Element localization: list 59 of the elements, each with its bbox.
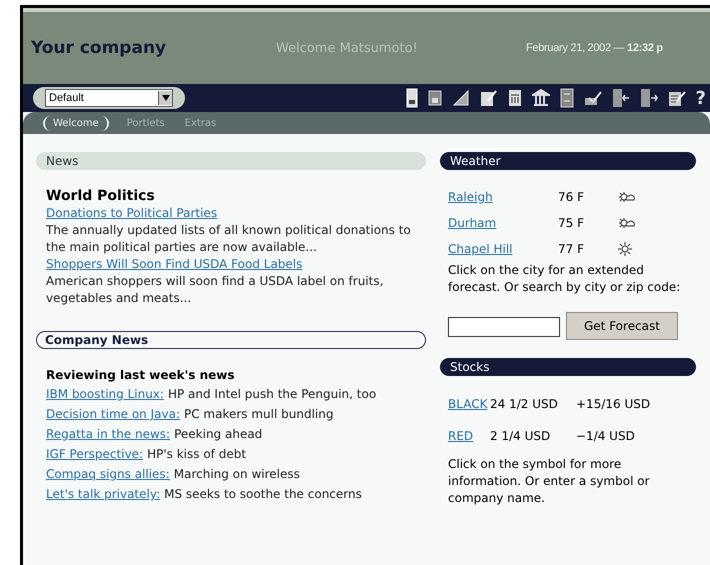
section-header: Company News — [36, 331, 426, 349]
section-header: News — [36, 152, 426, 170]
sun-icon — [618, 242, 632, 256]
layout-dropdown[interactable]: Default — [45, 89, 173, 107]
news-headline: HP's kiss of debt — [147, 446, 246, 463]
stock-change: +15/16 USD — [576, 397, 650, 411]
news-link[interactable]: Regatta in the news: — [46, 424, 170, 444]
save-icon[interactable] — [428, 90, 442, 106]
edit-page-icon[interactable] — [480, 89, 498, 107]
news-link[interactable]: Compaq signs allies: — [46, 464, 170, 484]
tab[interactable]: Portlets — [124, 116, 167, 130]
stock-instructions: Click on the symbol for more information. Or enter a symbol or company name. — [447, 456, 650, 507]
get-forecast-button[interactable]: Get Forecast — [566, 312, 678, 340]
zip-code-field[interactable] — [448, 317, 560, 337]
news-link[interactable]: Decision time on Java: — [46, 404, 180, 424]
partly-cloudy-icon — [618, 191, 636, 203]
section-header: Stocks — [440, 358, 696, 376]
temperature: 77 F — [558, 242, 585, 256]
news-summary: American shoppers will soon find a USDA label on fruits, vegetables and meats... — [46, 273, 384, 307]
news-headline: Marching on wireless — [174, 466, 300, 483]
news-headline: MS seeks to soothe the concerns — [164, 486, 362, 503]
news-heading: World Politics — [46, 188, 156, 205]
document-icon[interactable] — [406, 88, 418, 108]
news-summary: The annually updated lists of all known political donations to the main political parties are now available... — [46, 222, 412, 256]
temperature: 75 F — [558, 216, 585, 230]
news-link[interactable]: Donations to Political Parties — [46, 205, 218, 222]
checkmark-icon[interactable] — [584, 90, 602, 106]
tab[interactable]: Extras — [182, 116, 218, 130]
news-link[interactable]: Let's talk privately: — [46, 484, 160, 504]
news-headline: HP and Intel push the Penguin, too — [168, 386, 376, 403]
tab[interactable]: Welcome — [43, 116, 109, 130]
temperature: 76 F — [558, 190, 585, 204]
help-button[interactable]: ? — [696, 88, 706, 108]
stock-symbol-link[interactable]: RED — [448, 429, 490, 443]
news-link[interactable]: IBM boosting Linux: — [46, 384, 164, 404]
bank-page-icon[interactable] — [508, 89, 522, 107]
cabinet-icon[interactable] — [560, 88, 574, 108]
section-header: Weather — [440, 152, 696, 170]
weather-instructions: Click on the city for an extended forecast. Or search by city or zip code: — [447, 262, 682, 296]
bank-icon[interactable] — [532, 89, 550, 107]
date-time: February 21, 2002 — 12:32 p — [526, 42, 663, 54]
company-name: Your company — [31, 38, 168, 58]
city-link[interactable]: Durham — [448, 216, 558, 230]
stock-price: 2 1/4 USD — [490, 429, 552, 443]
news-link[interactable]: Shoppers Will Soon Find USDA Food Labels — [46, 256, 302, 273]
partly-cloudy-icon — [618, 217, 636, 229]
welcome-message: Welcome Matsumoto! — [276, 40, 419, 56]
stock-price: 24 1/2 USD — [490, 397, 559, 411]
news-heading: Reviewing last week's news — [46, 367, 236, 384]
note-edit-icon[interactable] — [668, 89, 686, 107]
city-link[interactable]: Raleigh — [448, 190, 558, 204]
stock-symbol-link[interactable]: BLACK — [448, 397, 490, 411]
stock-change: −1/4 USD — [576, 429, 635, 443]
city-link[interactable]: Chapel Hill — [448, 242, 558, 256]
news-link[interactable]: IGF Perspective: — [46, 444, 144, 464]
door-out-icon[interactable] — [640, 88, 658, 108]
news-headline: PC makers mull bundling — [184, 406, 334, 423]
news-headline: Peeking ahead — [174, 426, 262, 443]
door-in-icon[interactable] — [612, 88, 630, 108]
